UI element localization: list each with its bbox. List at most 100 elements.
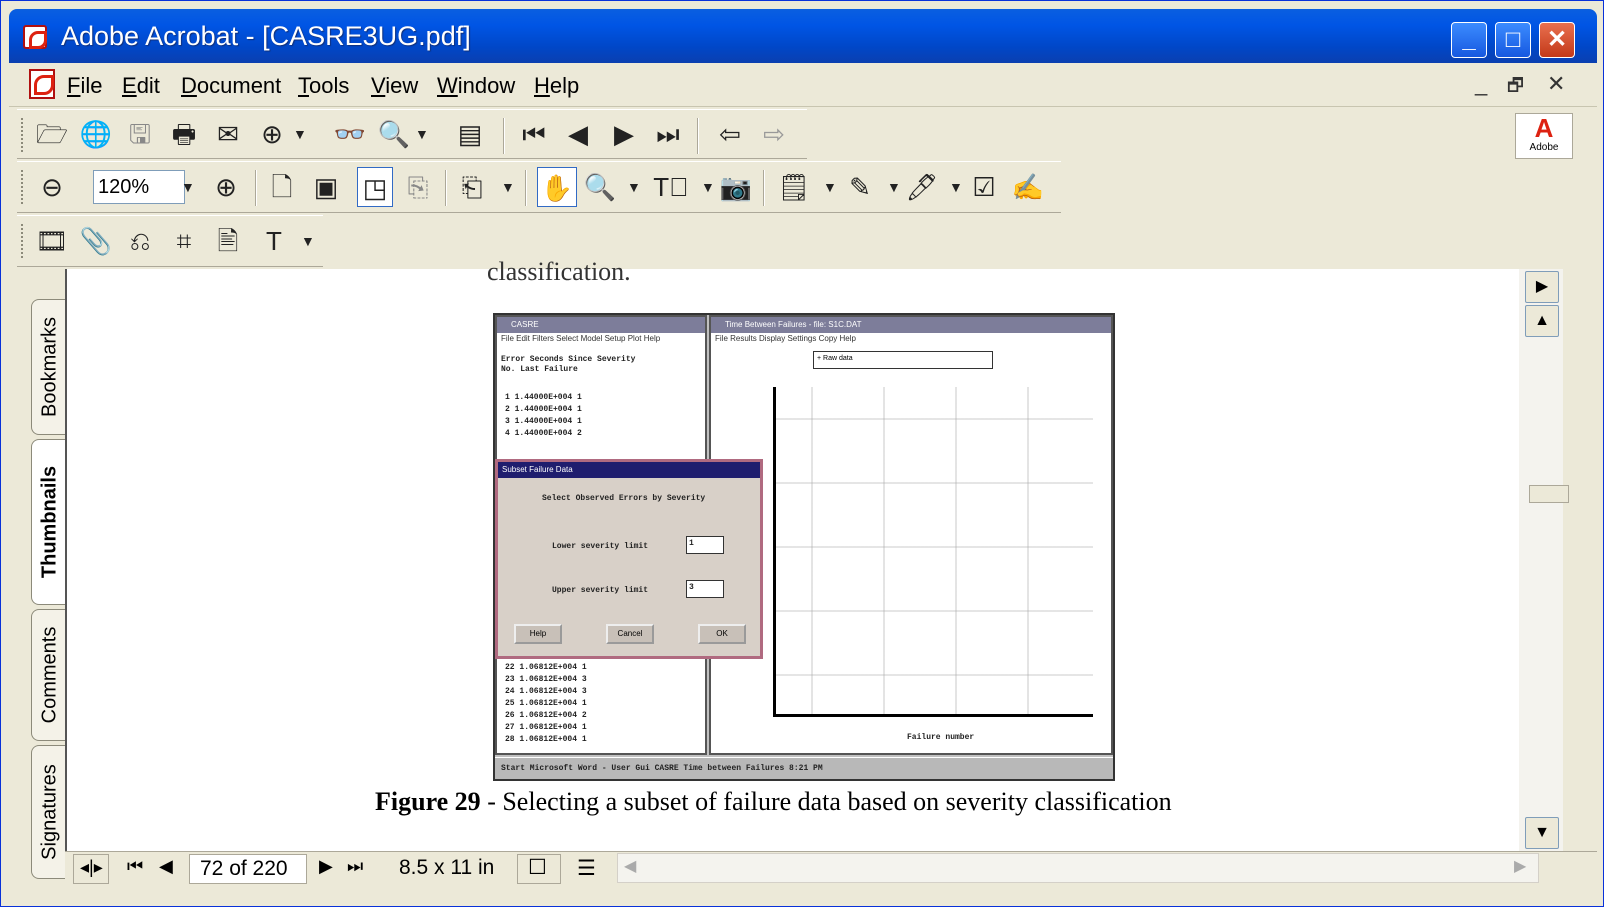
title-bar[interactable]: Adobe Acrobat - [CASRE3UG.pdf] _ □ ✕ [9, 9, 1597, 63]
chevron-down-icon[interactable]: ▼ [415, 114, 429, 154]
next-view-icon[interactable]: ⇨ [757, 114, 791, 154]
acrobat-app-icon[interactable] [23, 25, 47, 49]
upper-limit-field: 3 [686, 580, 724, 598]
last-page-icon[interactable]: ⏭ [347, 856, 363, 877]
create-pdf-icon[interactable]: ⊕ [255, 114, 289, 154]
menu-view[interactable]: View [371, 73, 418, 99]
chevron-down-icon[interactable]: ▼ [293, 114, 307, 154]
spell-check-icon[interactable]: ☑ [967, 167, 1001, 207]
form-tool-icon[interactable]: 🖹 [211, 221, 245, 261]
search-icon[interactable]: 🔍 [377, 114, 411, 154]
adobe-logo-icon: A [1534, 113, 1554, 143]
split-handle[interactable]: ◂|▸ [73, 854, 109, 884]
vertical-scrollbar[interactable]: ▶ ▲ ▼ [1519, 269, 1563, 851]
adobe-logo[interactable]: A Adobe [1515, 113, 1573, 159]
movie-icon[interactable]: 🎞 [35, 221, 69, 261]
data-row: 2 1.44000E+004 1 [505, 405, 582, 414]
zoom-input[interactable]: 120% [93, 170, 185, 204]
tab-signatures[interactable]: Signatures [31, 745, 67, 879]
chevron-down-icon[interactable]: ▼ [949, 167, 963, 207]
zoom-tool-icon[interactable]: 🔍 [583, 167, 617, 207]
actual-size-icon[interactable]: 🗋 [265, 167, 299, 207]
first-page-icon[interactable]: ⏮ [127, 856, 143, 877]
menu-window[interactable]: Window [437, 73, 515, 99]
text-select-icon[interactable]: T⃞ [651, 167, 691, 207]
lower-limit-label: Lower severity limit [552, 542, 649, 551]
highlight-icon[interactable]: 🖊 [905, 167, 939, 207]
open-icon[interactable]: 🗁 [35, 114, 69, 154]
zoom-in-icon[interactable]: ⊕ [209, 167, 243, 207]
next-page-icon[interactable]: ▶ [319, 856, 333, 877]
doc-close-button[interactable]: ✕ [1547, 71, 1565, 97]
horizontal-scrollbar[interactable]: ◀ ▶ [617, 853, 1539, 883]
scroll-up-icon[interactable]: ▲ [1525, 305, 1559, 337]
menu-help[interactable]: Help [534, 73, 579, 99]
note-tool-icon[interactable]: 🗒 [777, 167, 811, 207]
attach-file-icon[interactable]: 📎 [79, 221, 113, 261]
article-tool-icon[interactable]: ⎌ [123, 221, 157, 261]
doc-restore-button[interactable]: 🗗 [1507, 73, 1524, 103]
save-icon[interactable]: 🖫 [123, 114, 157, 154]
dialog-ok-button: OK [698, 624, 746, 644]
expand-panel-icon[interactable]: ▶ [1525, 271, 1559, 303]
zoom-out-icon[interactable]: ⊖ [35, 167, 69, 207]
continuous-layout-icon[interactable]: ☰ [577, 856, 596, 881]
menu-document[interactable]: Document [181, 73, 281, 99]
chevron-down-icon[interactable]: ▼ [823, 167, 837, 207]
hand-tool-icon[interactable]: ✋ [537, 167, 577, 207]
menu-file[interactable]: File [67, 73, 102, 99]
doc-minimize-button[interactable]: _ [1475, 71, 1487, 97]
crop-icon[interactable]: ⌗ [167, 221, 201, 261]
snapshot-icon[interactable]: 📷 [719, 167, 753, 207]
plot-menu: File Results Display Settings Copy Help [715, 334, 856, 343]
tab-comments[interactable]: Comments [31, 609, 67, 741]
maximize-button[interactable]: □ [1495, 22, 1531, 58]
plot-legend: + Raw data [813, 351, 993, 369]
rotate-view-icon[interactable]: ⎗ [455, 167, 489, 207]
data-row: 28 1.06812E+004 1 [505, 735, 587, 744]
zoom-dropdown-icon[interactable]: ▼ [181, 167, 195, 207]
chevron-down-icon[interactable]: ▼ [887, 167, 901, 207]
casre-menu: File Edit Filters Select Model Setup Plo… [501, 334, 661, 343]
minimize-button[interactable]: _ [1451, 22, 1487, 58]
previous-page-icon[interactable]: ◀ [561, 114, 595, 154]
document-icon[interactable] [29, 69, 55, 99]
fit-visible-icon[interactable]: ⎘ [401, 167, 435, 207]
pencil-icon[interactable]: ✎ [843, 167, 877, 207]
fit-page-icon[interactable]: ▣ [309, 167, 343, 207]
chevron-down-icon[interactable]: ▼ [627, 167, 641, 207]
previous-view-icon[interactable]: ⇦ [713, 114, 747, 154]
print-icon[interactable]: 🖶 [167, 114, 201, 154]
scroll-right-icon[interactable]: ▶ [1514, 856, 1526, 876]
find-icon[interactable]: 👓 [333, 114, 367, 154]
tab-thumbnails[interactable]: Thumbnails [31, 439, 67, 605]
close-button[interactable]: ✕ [1539, 22, 1575, 58]
single-page-layout-button[interactable]: ☐ [517, 854, 561, 884]
chevron-down-icon[interactable]: ▼ [701, 167, 715, 207]
last-page-icon[interactable]: ⏭ [651, 114, 685, 154]
open-web-icon[interactable]: 🌐 [79, 114, 113, 154]
touchup-text-icon[interactable]: T [257, 221, 291, 261]
page-number-field[interactable]: 72 of 220 [189, 854, 307, 884]
plot-xlabel: Failure number [907, 733, 975, 742]
vertical-scroll-thumb[interactable] [1529, 485, 1569, 503]
menu-edit[interactable]: Edit [122, 73, 160, 99]
file-toolbar: 🗁 🌐 🖫 🖶 ✉ ⊕ ▼ 👓 🔍 ▼ ▤ ⏮ ◀ ▶ ⏭ ⇦ ⇨ [17, 109, 807, 159]
sign-icon[interactable]: ✍ [1011, 167, 1045, 207]
menu-tools[interactable]: Tools [298, 73, 349, 99]
chevron-down-icon[interactable]: ▼ [501, 167, 515, 207]
tab-bookmarks[interactable]: Bookmarks [31, 299, 67, 435]
chevron-down-icon[interactable]: ▼ [301, 221, 315, 261]
scroll-left-icon[interactable]: ◀ [624, 856, 636, 876]
navigation-pane-icon[interactable]: ▤ [453, 114, 487, 154]
email-icon[interactable]: ✉ [211, 114, 245, 154]
document-view[interactable]: classification. CASRE File Edit Filters … [65, 257, 1519, 851]
next-page-icon[interactable]: ▶ [607, 114, 641, 154]
previous-page-icon[interactable]: ◀ [159, 856, 173, 877]
first-page-icon[interactable]: ⏮ [517, 114, 551, 154]
acrobat-window: Adobe Acrobat - [CASRE3UG.pdf] _ □ ✕ Fil… [0, 0, 1604, 907]
scroll-down-icon[interactable]: ▼ [1525, 817, 1559, 849]
dialog-help-button: Help [514, 624, 562, 644]
fit-width-icon[interactable]: ◳ [357, 167, 393, 207]
window-title: Adobe Acrobat - [CASRE3UG.pdf] [61, 21, 471, 51]
